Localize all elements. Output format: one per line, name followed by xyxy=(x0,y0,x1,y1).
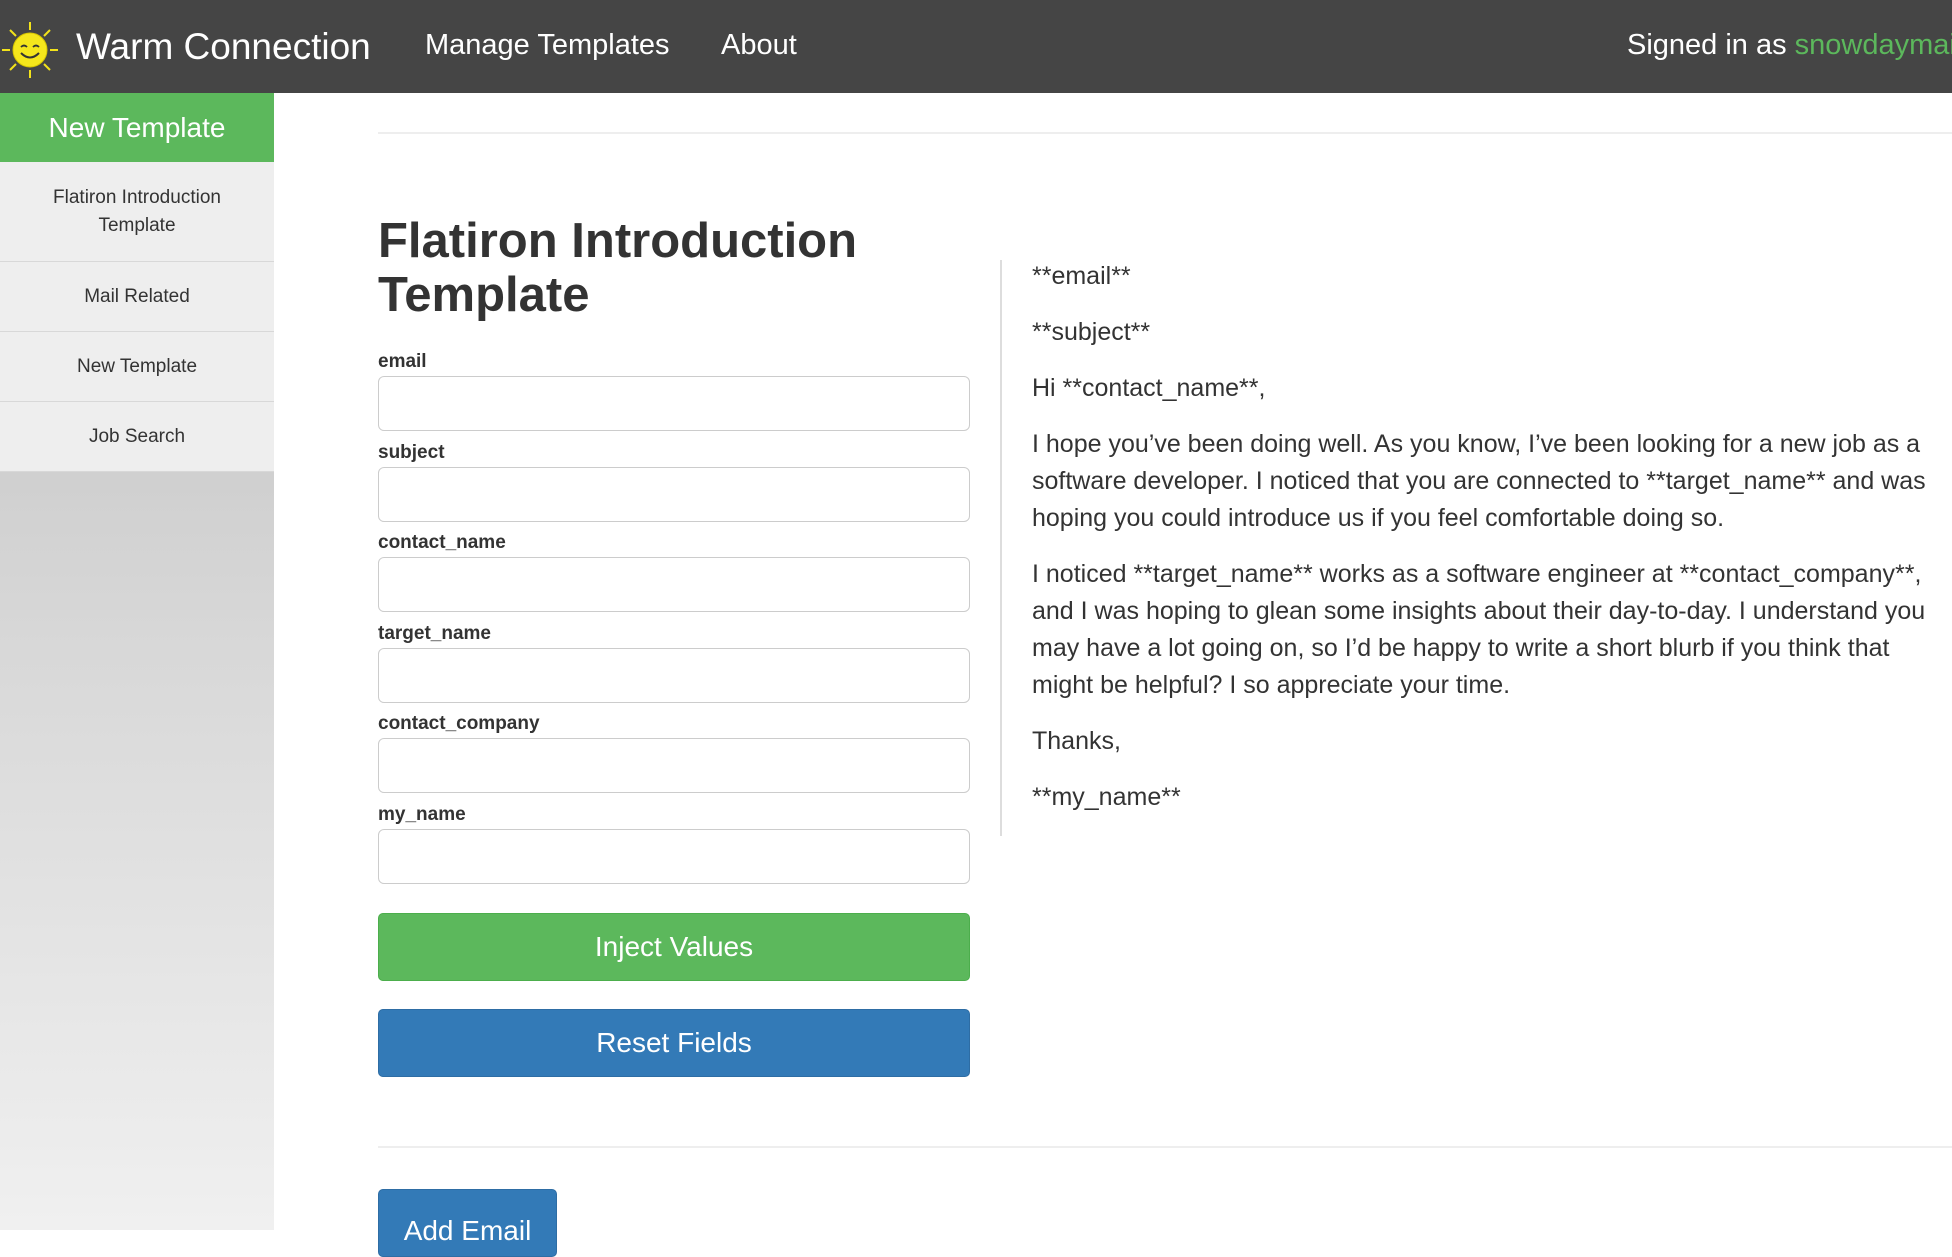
preview-paragraph-2: I noticed **target_name** works as a sof… xyxy=(1032,560,1926,699)
contact-company-label: contact_company xyxy=(378,713,540,734)
preview-subject: **subject** xyxy=(1032,318,1151,346)
contact-company-field[interactable] xyxy=(378,738,970,793)
contact-name-label: contact_name xyxy=(378,532,506,553)
new-template-button[interactable]: New Template xyxy=(0,93,274,162)
nav-about[interactable]: About xyxy=(721,0,797,93)
reset-fields-button[interactable]: Reset Fields xyxy=(378,1009,970,1077)
top-navbar: Warm Connection Manage Templates About S… xyxy=(0,0,1952,93)
subject-label: subject xyxy=(378,442,445,463)
subject-field[interactable] xyxy=(378,467,970,522)
preview-my-name: **my_name** xyxy=(1032,783,1181,811)
sidebar-item-flatiron-introduction[interactable]: Flatiron Introduction Template xyxy=(0,162,274,262)
sidebar-item-new-template[interactable]: New Template xyxy=(0,332,274,402)
email-field[interactable] xyxy=(378,376,970,431)
preview-email: **email** xyxy=(1032,262,1131,290)
preview-divider xyxy=(1000,260,1002,836)
template-list: Flatiron Introduction Template Mail Rela… xyxy=(0,162,274,472)
sidebar: New Template Flatiron Introduction Templ… xyxy=(0,93,274,1230)
my-name-label: my_name xyxy=(378,804,466,825)
my-name-field[interactable] xyxy=(378,829,970,884)
sidebar-item-mail-related[interactable]: Mail Related xyxy=(0,262,274,332)
email-label: email xyxy=(378,351,427,372)
preview-paragraph-1: I hope you’ve been doing well. As you kn… xyxy=(1032,430,1926,532)
smiling-sun-icon xyxy=(2,22,58,78)
email-preview: **email** **subject** Hi **contact_name*… xyxy=(1032,258,1952,835)
contact-name-field[interactable] xyxy=(378,557,970,612)
top-divider xyxy=(378,132,1952,134)
preview-greeting: Hi **contact_name**, xyxy=(1032,374,1266,402)
username-link[interactable]: snowdaymail xyxy=(1795,29,1952,61)
signed-in-prefix: Signed in as xyxy=(1627,29,1795,61)
target-name-label: target_name xyxy=(378,623,491,644)
signed-in-status: Signed in as snowdaymail xyxy=(1627,0,1952,93)
preview-signoff: Thanks, xyxy=(1032,727,1121,755)
sidebar-item-job-search[interactable]: Job Search xyxy=(0,402,274,472)
target-name-field[interactable] xyxy=(378,648,970,703)
nav-manage-templates[interactable]: Manage Templates xyxy=(425,0,670,93)
template-title: Flatiron Introduction Template xyxy=(378,214,858,322)
bottom-divider xyxy=(378,1146,1952,1148)
add-email-button[interactable]: Add Email xyxy=(378,1189,557,1257)
inject-values-button[interactable]: Inject Values xyxy=(378,913,970,981)
brand-name[interactable]: Warm Connection xyxy=(76,12,371,82)
